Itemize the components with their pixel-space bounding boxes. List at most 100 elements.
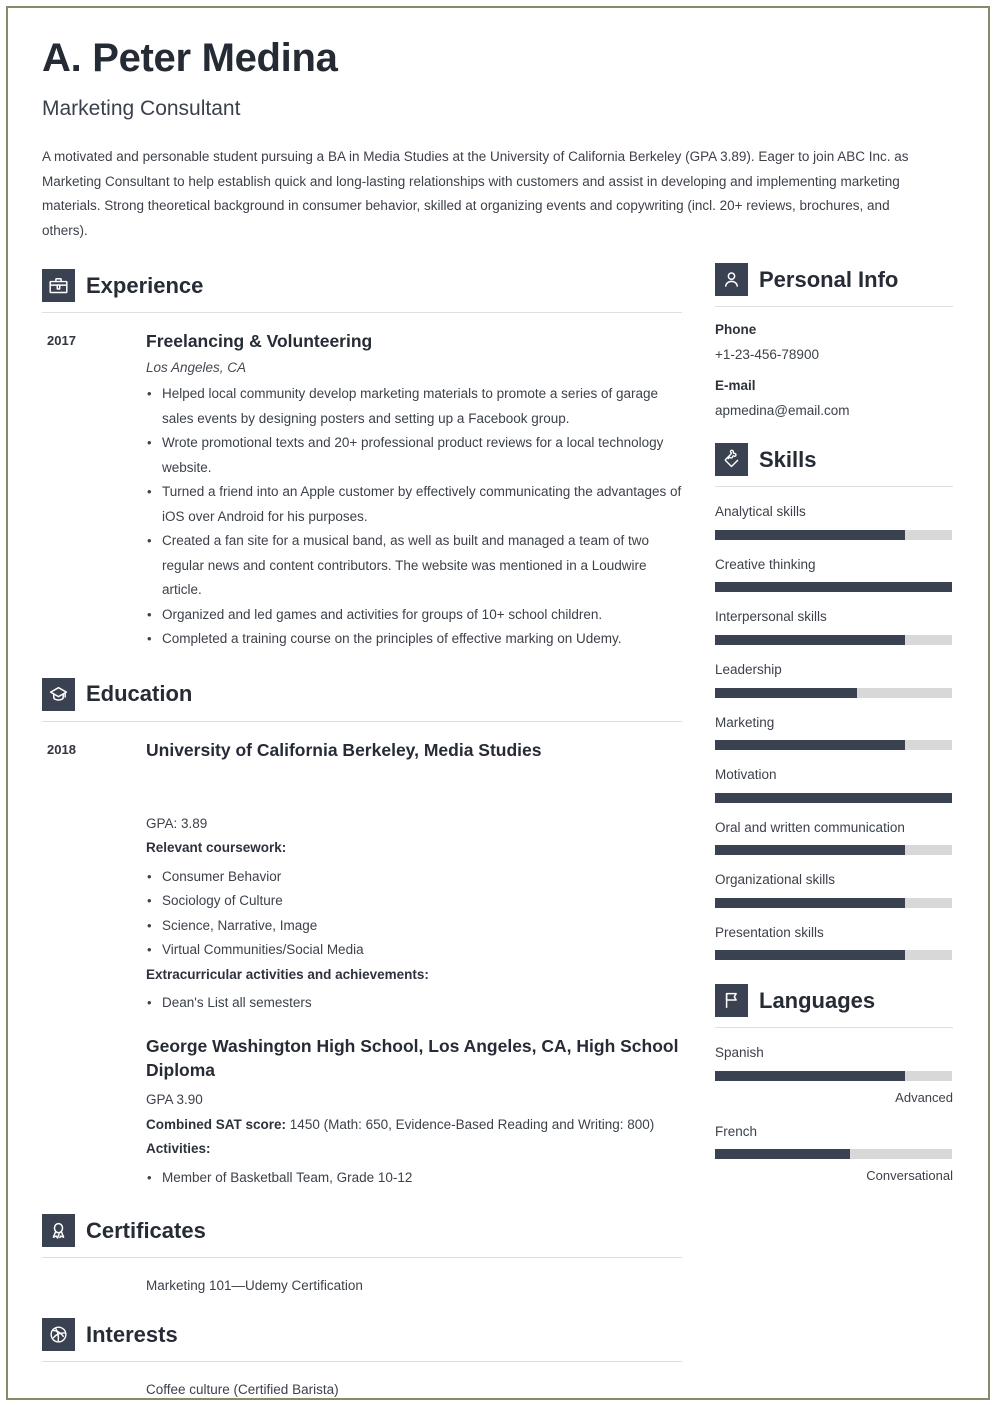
skill-row: Interpersonal skills [715,608,953,646]
skill-bar-fill [715,792,952,803]
section-personal-info: Personal Info Phone +1-23-456-78900 E-ma… [715,263,953,419]
interest-entry: Coffee culture (Certified Barista) [42,1380,682,1400]
skill-row: Creative thinking [715,556,953,593]
education-entry-body: University of California Berkeley, Media… [146,738,682,1190]
job-title: Marketing Consultant [42,97,241,120]
language-bar-fill [715,1070,905,1081]
experience-header: Experience [42,269,682,303]
language-label: Spanish [715,1045,764,1061]
education-entry-location [146,768,682,810]
skill-bar-fill [715,740,905,751]
skill-label: Creative thinking [715,556,816,572]
certificate-text: Marketing 101—Udemy Certification [146,1278,363,1294]
certificate-entry: Marketing 101—Udemy Certification [42,1276,682,1296]
list-item: Created a fan site for a musical band, a… [146,529,682,603]
list-item: Completed a training course on the princ… [146,627,682,652]
certificates-divider [42,1257,682,1259]
skill-row: Marketing [715,714,953,751]
language-row: Spanish Advanced [715,1044,953,1106]
section-certificates: Certificates Marketing 101—Udemy Certifi… [42,1214,682,1296]
experience-entry: 2017 Freelancing & Volunteering Los Ange… [42,329,682,652]
experience-entry-location: Los Angeles, CA [146,360,247,376]
skill-row: Oral and written communication [715,819,953,856]
interests-divider [42,1361,682,1363]
interests-title: Interests [86,1321,178,1347]
email-label: E-mail [715,378,756,394]
list-item: Sociology of Culture [146,889,682,914]
skill-label: Presentation skills [715,924,824,940]
certificate-date [42,1276,146,1296]
language-row: French Conversational [715,1123,953,1185]
skills-header: Skills [715,443,953,477]
activities-list: Member of Basketball Team, Grade 10-12 [146,1166,682,1191]
resume-columns: Experience 2017 Freelancing & Volunteeri… [42,263,953,1400]
highschool-details: GPA 3.90 Combined SAT score: 1450 (Math:… [146,1088,682,1190]
interest-text: Coffee culture (Certified Barista) [146,1382,339,1398]
skill-bar-track [715,687,952,698]
skill-bar-fill [715,897,905,908]
basketball-icon [42,1318,75,1352]
skill-label: Marketing [715,714,775,730]
skill-bar-track [715,582,952,593]
education-entry-title: University of California Berkeley, Media… [146,739,542,760]
list-item: Virtual Communities/Social Media [146,938,682,963]
personal-info-divider [715,306,953,308]
skill-label: Organizational skills [715,872,836,888]
briefcase-icon [42,269,75,303]
language-level-label: Conversational [866,1168,953,1184]
graduation-cap-icon [42,677,75,711]
phone-label: Phone [715,322,757,338]
activities-label: Activities: [146,1141,211,1157]
experience-bullet-list: Helped local community develop marketing… [146,382,682,652]
flag-icon [715,984,748,1018]
info-field-email: E-mail apmedina@email.com [715,377,953,419]
skill-bar-track [715,950,952,961]
list-item: Science, Narrative, Image [146,914,682,939]
skill-bar-track [715,635,952,646]
extracurricular-label: Extracurricular activities and achieveme… [146,966,429,982]
skill-bar-track [715,529,952,540]
phone-value[interactable]: +1-23-456-78900 [715,346,953,364]
skill-row: Organizational skills [715,871,953,908]
highschool-gpa: GPA 3.90 [146,1092,203,1108]
education-entry-university: 2018 University of California Berkeley, … [42,738,682,1190]
puzzle-piece-icon [715,443,748,477]
skill-label: Leadership [715,662,782,678]
language-bar-fill [715,1149,851,1160]
list-item: Helped local community develop marketing… [146,382,682,431]
coursework-list: Consumer Behavior Sociology of Culture S… [146,865,682,963]
resume-page: A. Peter Medina Marketing Consultant A m… [0,0,996,1406]
list-item: Turned a friend into an Apple customer b… [146,480,682,529]
main-column: Experience 2017 Freelancing & Volunteeri… [42,263,682,1400]
education-entry-highschool: George Washington High School, Los Angel… [146,1034,682,1190]
info-field-phone: Phone +1-23-456-78900 [715,321,953,363]
experience-entry-title: Freelancing & Volunteering [146,331,373,352]
certificates-header: Certificates [42,1214,682,1248]
section-skills: Skills Analytical skills Creative thinki… [715,443,953,961]
person-icon [715,263,748,297]
language-label: French [715,1123,758,1139]
section-experience: Experience 2017 Freelancing & Volunteeri… [42,269,682,652]
resume-content: A. Peter Medina Marketing Consultant A m… [0,0,996,1400]
education-header: Education [42,677,682,711]
skill-row: Motivation [715,766,953,803]
list-item: Consumer Behavior [146,865,682,890]
language-level-label: Advanced [895,1089,953,1105]
professional-summary: A motivated and personable student pursu… [42,149,909,238]
list-item: Organized and led games and activities f… [146,603,682,628]
skill-bar-track [715,740,952,751]
highschool-title: George Washington High School, Los Angel… [146,1035,679,1081]
education-divider [42,720,682,722]
interests-header: Interests [42,1318,682,1352]
award-ribbon-icon [42,1214,75,1248]
language-bar-track [715,1070,952,1081]
email-value[interactable]: apmedina@email.com [715,402,953,420]
page-title: A. Peter Medina [42,36,338,80]
sidebar: Personal Info Phone +1-23-456-78900 E-ma… [715,263,953,1400]
certificates-title: Certificates [86,1217,206,1243]
education-gpa: GPA: 3.89 [146,815,208,831]
section-interests: Interests Coffee culture (Certified Bari… [42,1318,682,1400]
personal-info-header: Personal Info [715,263,953,297]
sat-score-line: Combined SAT score: 1450 (Math: 650, Evi… [146,1113,682,1138]
skill-bar-fill [715,845,905,856]
